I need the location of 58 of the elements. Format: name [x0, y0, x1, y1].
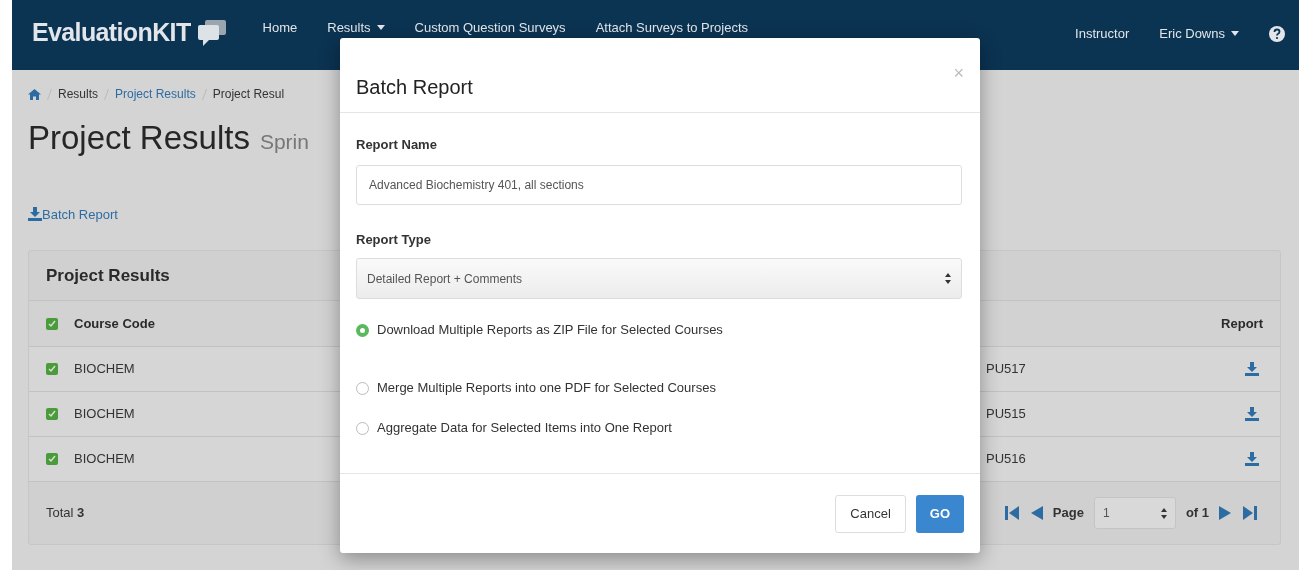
table-cell-text: PU515 — [986, 405, 1026, 424]
option-label: Aggregate Data for Selected Items into One Report — [377, 419, 672, 438]
dialog-title: Batch Report — [356, 75, 473, 100]
radio-button[interactable] — [356, 381, 369, 395]
breadcrumb-item: Project Resul — [212, 86, 285, 103]
radio-button[interactable] — [356, 323, 369, 337]
page-count: of 1 — [1185, 504, 1209, 523]
brand-logo[interactable]: EvaluationKIT — [32, 14, 191, 52]
nav-link[interactable]: Attach Surveys to Projects — [595, 18, 749, 38]
checkbox[interactable] — [46, 453, 58, 465]
select-arrows-icon — [1160, 507, 1167, 519]
table-cell-text: BIOCHEM — [74, 360, 136, 379]
cancel-button[interactable]: Cancel — [835, 494, 906, 533]
nav-link[interactable]: Custom Question Surveys — [414, 18, 566, 38]
breadcrumb-item[interactable]: Project Results — [115, 85, 196, 103]
field-label: Report Name — [356, 136, 438, 154]
select-arrows-icon — [945, 273, 951, 284]
option-label: Download Multiple Reports as ZIP File for Selected Courses — [377, 321, 723, 340]
user-menu[interactable]: Eric Downs — [1159, 24, 1239, 44]
download-icon — [28, 207, 42, 222]
last-page-icon[interactable] — [1243, 505, 1257, 521]
table-cell-text: PU517 — [986, 360, 1026, 379]
download-icon[interactable] — [1245, 452, 1259, 466]
table-cell-text: BIOCHEM — [74, 450, 136, 469]
field-label: Report Type — [356, 230, 432, 249]
breadcrumb-separator — [104, 88, 109, 100]
checkbox[interactable] — [46, 317, 58, 330]
table-cell-text: BIOCHEM — [74, 405, 136, 424]
page-subtitle: Sprin — [259, 129, 309, 155]
download-icon[interactable] — [1245, 362, 1259, 376]
report-name-input[interactable]: Advanced Biochemistry 401, all sections — [356, 164, 962, 205]
total-count: Total 3 — [46, 504, 85, 523]
first-page-icon[interactable] — [1004, 505, 1019, 521]
panel-title: Project Results — [46, 264, 170, 287]
next-page-icon[interactable] — [1219, 505, 1233, 521]
help-icon[interactable] — [1269, 25, 1285, 42]
option-label: Merge Multiple Reports into one PDF for Selected Courses — [377, 379, 716, 398]
report-type-select[interactable]: Detailed Report + Comments — [356, 258, 962, 299]
chat-bubbles-icon — [196, 18, 227, 47]
nav-link[interactable]: Home — [262, 18, 298, 38]
breadcrumb-item: Results — [58, 86, 98, 103]
page-select[interactable]: 1 — [1093, 497, 1176, 529]
radio-button[interactable] — [356, 421, 369, 435]
nav-link[interactable]: Results — [327, 18, 385, 38]
download-icon[interactable] — [1245, 407, 1259, 421]
breadcrumb-separator — [201, 88, 207, 100]
go-button[interactable]: GO — [915, 494, 964, 533]
column-header: Course Code — [74, 314, 155, 333]
role-label: Instructor — [1075, 25, 1130, 43]
batch-report-link[interactable]: Batch Report — [28, 204, 118, 224]
checkbox[interactable] — [46, 408, 58, 420]
breadcrumb-separator — [47, 88, 52, 100]
checkbox[interactable] — [46, 363, 58, 375]
table-cell-text: PU516 — [986, 450, 1026, 469]
home-icon[interactable] — [28, 88, 41, 100]
column-header: Report — [1221, 314, 1263, 333]
page-title: Project Results — [28, 118, 250, 158]
page-label: Page — [1052, 504, 1084, 523]
